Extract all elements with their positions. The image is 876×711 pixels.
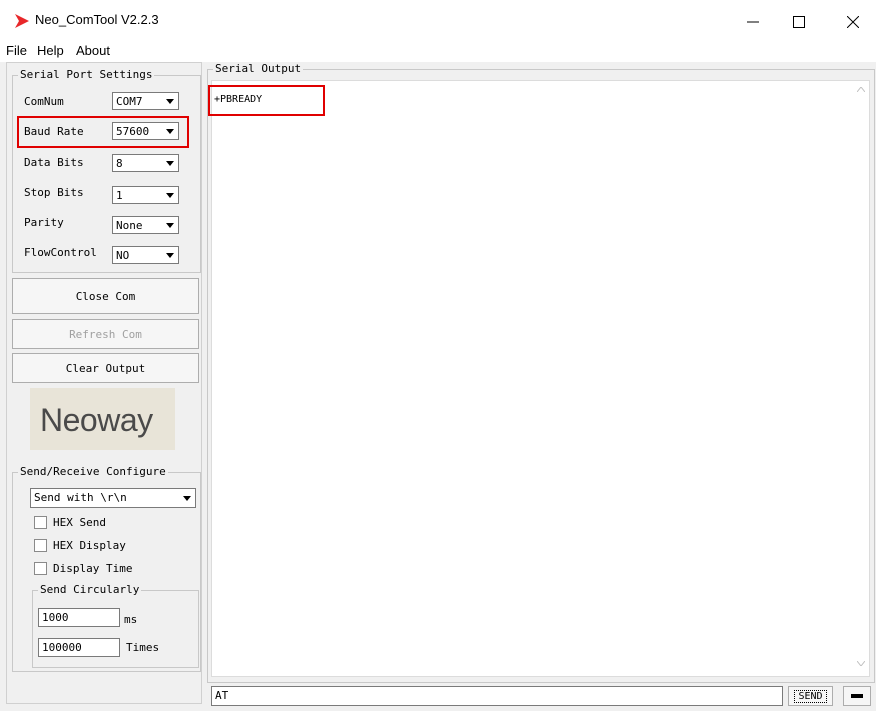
display-time-checkbox[interactable]: Display Time — [34, 560, 132, 576]
refresh-com-button[interactable]: Refresh Com — [12, 319, 199, 349]
hex-display-checkbox[interactable]: HEX Display — [34, 537, 126, 553]
menu-about[interactable]: About — [76, 42, 110, 60]
serial-port-settings-title: Serial Port Settings — [18, 68, 155, 82]
command-input[interactable]: AT — [211, 686, 783, 706]
display-time-label: Display Time — [53, 561, 133, 575]
collapse-button[interactable] — [843, 686, 871, 706]
data-bits-value: 8 — [116, 157, 123, 170]
hex-send-checkbox[interactable]: HEX Send — [34, 514, 106, 530]
line-ending-select[interactable]: Send with \r\n — [30, 488, 196, 508]
checkbox-unchecked-icon — [34, 515, 47, 529]
line-ending-value: Send with \r\n — [34, 491, 127, 504]
interval-input[interactable]: 1000 — [38, 608, 120, 627]
menu-bar: File Help About — [0, 42, 876, 62]
neoway-logo: Neoway — [30, 388, 175, 450]
minimize-icon — [747, 21, 759, 23]
flowcontrol-select[interactable]: NO — [112, 246, 179, 264]
minus-icon — [851, 694, 863, 698]
menu-file[interactable]: File — [6, 42, 27, 60]
interval-unit-label: ms — [124, 613, 138, 626]
minimize-button[interactable] — [730, 6, 776, 38]
serial-output-textarea[interactable]: +PBREADY — [211, 80, 870, 677]
window-title: Neo_ComTool V2.2.3 — [35, 12, 159, 27]
stop-bits-select[interactable]: 1 — [112, 186, 179, 204]
hex-display-label: HEX Display — [53, 538, 126, 552]
app-logo-icon — [15, 14, 29, 28]
menu-help[interactable]: Help — [37, 42, 64, 60]
flowcontrol-value: NO — [116, 249, 130, 262]
scroll-down-icon — [857, 661, 865, 666]
chevron-down-icon — [180, 491, 194, 505]
close-window-button[interactable] — [830, 6, 876, 38]
vertical-scrollbar[interactable] — [853, 81, 869, 676]
parity-value: None — [116, 219, 143, 232]
flowcontrol-label: FlowControl — [24, 246, 97, 259]
send-button[interactable]: SEND — [788, 686, 833, 706]
count-input[interactable]: 100000 — [38, 638, 120, 657]
send-receive-configure-title: Send/Receive Configure — [18, 465, 168, 479]
scroll-up-icon — [857, 87, 865, 92]
hex-send-label: HEX Send — [53, 515, 106, 529]
comnum-label: ComNum — [24, 95, 64, 108]
close-icon — [847, 16, 859, 28]
baud-rate-highlight — [17, 116, 189, 148]
data-bits-label: Data Bits — [24, 156, 84, 169]
chevron-down-icon — [163, 248, 177, 262]
chevron-down-icon — [163, 156, 177, 170]
count-unit-label: Times — [126, 641, 160, 654]
checkbox-unchecked-icon — [34, 561, 47, 575]
parity-select[interactable]: None — [112, 216, 179, 234]
comnum-value: COM7 — [116, 95, 143, 108]
chevron-down-icon — [163, 188, 177, 202]
send-button-label: SEND — [794, 689, 827, 703]
send-circularly-title: Send Circularly — [38, 583, 142, 597]
serial-output-title: Serial Output — [213, 62, 304, 76]
clear-output-button[interactable]: Clear Output — [12, 353, 199, 383]
pbready-highlight — [208, 85, 325, 116]
stop-bits-value: 1 — [116, 189, 123, 202]
logo-text: Neoway — [40, 402, 153, 438]
checkbox-unchecked-icon — [34, 538, 47, 552]
chevron-down-icon — [163, 94, 177, 108]
comnum-select[interactable]: COM7 — [112, 92, 179, 110]
chevron-down-icon — [163, 218, 177, 232]
parity-label: Parity — [24, 216, 64, 229]
maximize-icon — [793, 16, 805, 28]
maximize-button[interactable] — [776, 6, 822, 38]
close-com-button[interactable]: Close Com — [12, 278, 199, 314]
stop-bits-label: Stop Bits — [24, 186, 84, 199]
data-bits-select[interactable]: 8 — [112, 154, 179, 172]
title-bar: Neo_ComTool V2.2.3 — [0, 0, 876, 42]
